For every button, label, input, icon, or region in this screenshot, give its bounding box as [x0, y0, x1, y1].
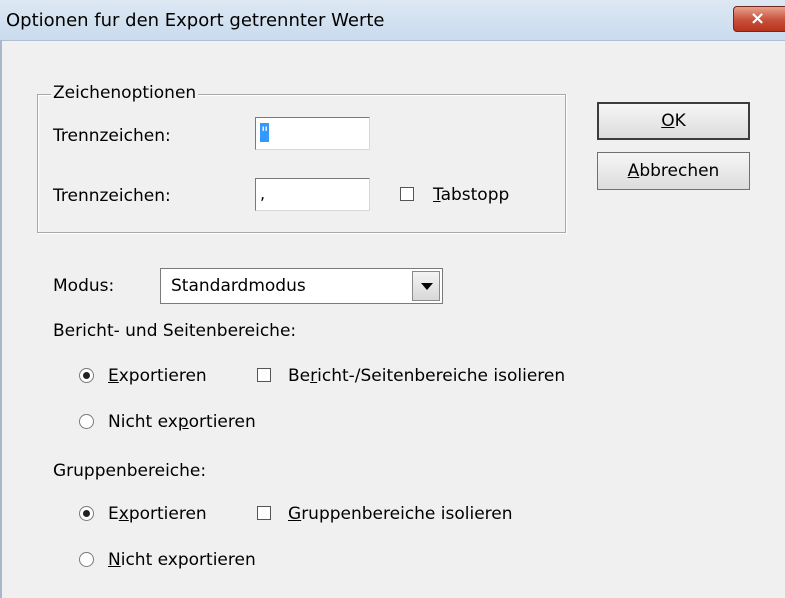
radio-selected-dot	[83, 372, 90, 379]
separator-label-2: Trennzeichen:	[53, 186, 171, 206]
gruppen-isolate-checkbox[interactable]	[257, 506, 271, 520]
gruppen-noexport-radio[interactable]	[79, 552, 94, 567]
gruppen-export-radio[interactable]	[79, 506, 94, 521]
modus-value: Standardmodus	[171, 276, 306, 296]
bericht-isolate-label[interactable]: Bericht-/Seitenbereiche isolieren	[288, 366, 565, 386]
gruppen-noexport-label[interactable]: Nicht exportieren	[108, 550, 256, 570]
value-separator-input[interactable]: ,	[255, 178, 370, 211]
bericht-heading: Bericht- und Seitenbereiche:	[53, 321, 297, 341]
gruppen-isolate-label[interactable]: Gruppenbereiche isolieren	[288, 504, 513, 524]
field-separator-value: "	[260, 123, 270, 142]
bericht-export-radio[interactable]	[79, 368, 94, 383]
ok-button[interactable]: OK	[597, 102, 750, 140]
radio-selected-dot	[83, 510, 90, 517]
tabstopp-checkbox[interactable]	[400, 187, 414, 201]
chevron-down-icon	[421, 283, 433, 290]
close-icon: ×	[750, 8, 766, 29]
cancel-button[interactable]: Abbrechen	[597, 152, 750, 190]
value-separator-value: ,	[260, 184, 266, 203]
bericht-export-label[interactable]: Exportieren	[108, 366, 207, 386]
title-bar: Optionen fur den Export getrennter Werte…	[0, 0, 785, 41]
group-legend: Zeichenoptionen	[51, 83, 199, 103]
window-title: Optionen fur den Export getrennter Werte	[6, 10, 385, 31]
close-button[interactable]: ×	[733, 6, 785, 32]
window-border	[0, 40, 2, 598]
dropdown-button[interactable]	[412, 271, 440, 301]
modus-label: Modus:	[53, 276, 115, 296]
field-separator-input[interactable]: "	[255, 117, 370, 150]
bericht-isolate-checkbox[interactable]	[257, 368, 271, 382]
tabstopp-label[interactable]: Tabstopp	[433, 185, 509, 205]
zeichenoptionen-group	[37, 94, 566, 233]
modus-select[interactable]: Standardmodus	[160, 268, 443, 304]
bericht-noexport-label[interactable]: Nicht exportieren	[108, 412, 256, 432]
bericht-noexport-radio[interactable]	[79, 414, 94, 429]
gruppen-export-label[interactable]: Exportieren	[108, 504, 207, 524]
separator-label-1: Trennzeichen:	[53, 126, 171, 146]
gruppen-heading: Gruppenbereiche:	[53, 461, 207, 481]
